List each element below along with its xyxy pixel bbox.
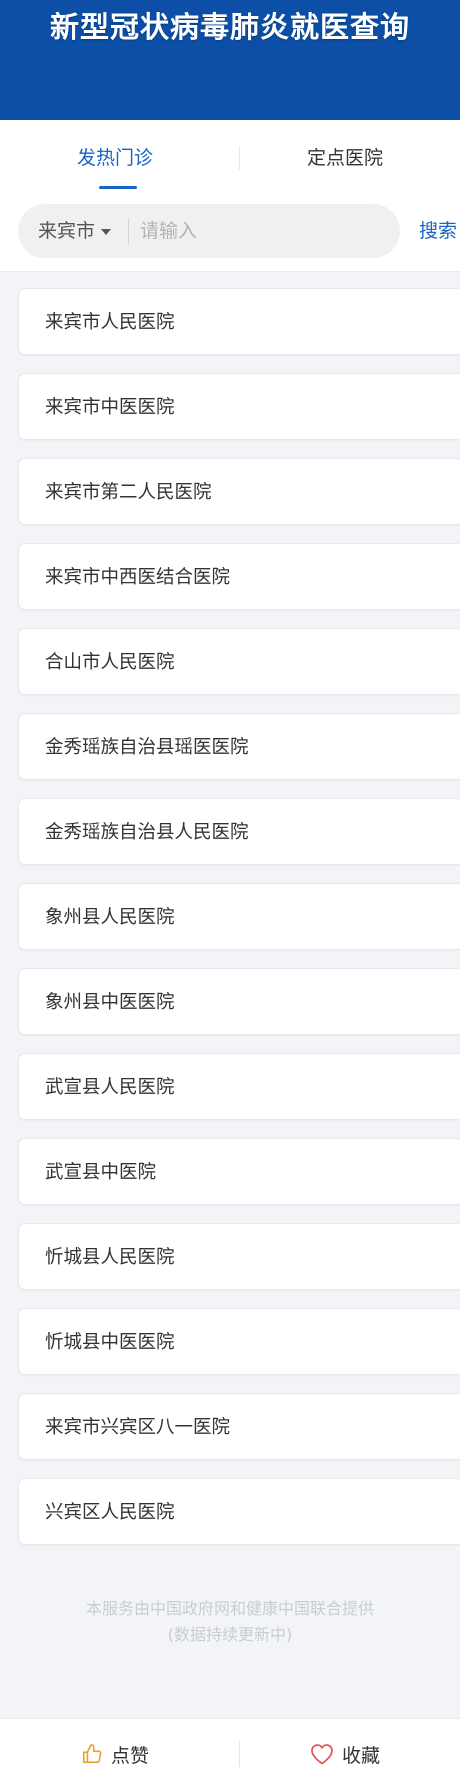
bottom-action-bar: 点赞 收藏 [0,1718,460,1788]
page-title: 新型冠状病毒肺炎就医查询 [49,10,410,44]
city-select-label: 来宾市 [38,220,96,242]
tab-fever-clinic[interactable]: 发热门诊 [0,120,230,196]
hospital-card[interactable]: 武宣县中医院 [18,1138,460,1205]
hospital-name: 来宾市人民医院 [45,312,175,333]
favorite-label: 收藏 [341,1744,380,1767]
hospital-name: 象州县人民医院 [45,907,175,928]
heart-icon [311,1744,333,1765]
footer-line-2: (数据持续更新中) [167,1625,293,1644]
footer-line-1: 本服务由中国政府网和健康中国联合提供 [85,1599,374,1618]
hospital-name: 合山市人民医院 [45,652,175,673]
hospital-card[interactable]: 来宾市第二人民医院 [18,458,460,525]
hospital-card[interactable]: 象州县中医医院 [18,968,460,1035]
search-button[interactable]: 搜索 [419,204,457,258]
tab-designated-hospital[interactable]: 定点医院 [230,120,460,196]
hospital-name: 来宾市中医医院 [45,397,175,418]
like-label: 点赞 [110,1744,149,1767]
footer-note: 本服务由中国政府网和健康中国联合提供 (数据持续更新中) [0,1596,460,1648]
hospital-name: 金秀瑶族自治县瑶医医院 [45,737,249,758]
search-input[interactable] [140,204,390,258]
hospital-name: 金秀瑶族自治县人民医院 [45,822,249,843]
thumbs-up-icon [82,1744,102,1764]
hospital-card[interactable]: 来宾市人民医院 [18,288,460,355]
hospital-name: 武宣县中医院 [45,1162,157,1183]
hospital-card[interactable]: 兴宾区人民医院 [18,1478,460,1545]
hospital-card[interactable]: 金秀瑶族自治县瑶医医院 [18,713,460,780]
hospital-name: 忻城县中医医院 [45,1332,175,1353]
hospital-card[interactable]: 来宾市中西医结合医院 [18,543,460,610]
city-select[interactable]: 来宾市 [38,204,112,258]
search-pill: 来宾市 [18,204,400,258]
hospital-name: 武宣县人民医院 [45,1077,175,1098]
search-bar: 来宾市 搜索 [0,196,460,272]
hospital-card[interactable]: 忻城县中医医院 [18,1308,460,1375]
header-banner: 新型冠状病毒肺炎就医查询 [0,0,460,120]
hospital-name: 来宾市第二人民医院 [45,482,212,503]
hospital-card[interactable]: 忻城县人民医院 [18,1223,460,1290]
hospital-card[interactable]: 来宾市兴宾区八一医院 [18,1393,460,1460]
hospital-name: 来宾市中西医结合医院 [45,567,231,588]
hospital-card[interactable]: 来宾市中医医院 [18,373,460,440]
hospital-card[interactable]: 象州县人民医院 [18,883,460,950]
page: 新型冠状病毒肺炎就医查询 发热门诊 定点医院 来宾市 搜索 来宾市人民医院来宾市… [0,0,460,1788]
hospital-card[interactable]: 合山市人民医院 [18,628,460,695]
hospital-name: 忻城县人民医院 [45,1247,175,1268]
hospital-card[interactable]: 武宣县人民医院 [18,1053,460,1120]
tab-bar: 发热门诊 定点医院 [0,120,460,196]
caret-down-icon [101,228,112,235]
hospital-name: 来宾市兴宾区八一医院 [45,1417,231,1438]
active-tab-indicator [99,186,137,189]
favorite-button[interactable]: 收藏 [230,1719,460,1788]
like-button[interactable]: 点赞 [0,1719,230,1788]
hospital-name: 兴宾区人民医院 [45,1502,175,1523]
hospital-name: 象州县中医医院 [45,992,175,1013]
pill-divider [128,218,129,244]
hospital-card[interactable]: 金秀瑶族自治县人民医院 [18,798,460,865]
